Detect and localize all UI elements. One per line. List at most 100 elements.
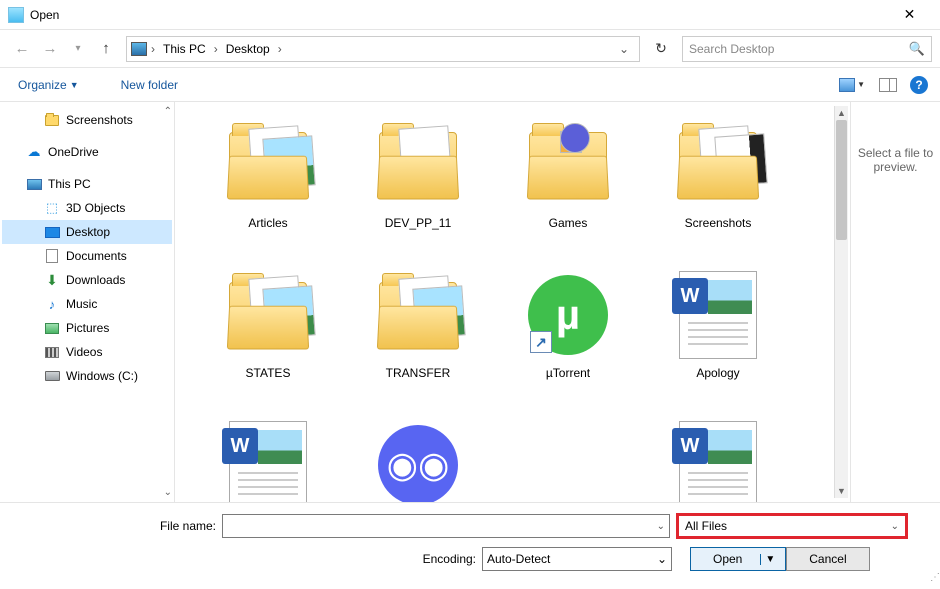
help-button[interactable]: ? bbox=[910, 76, 928, 94]
recent-dropdown[interactable]: ▾ bbox=[64, 35, 92, 63]
cancel-label: Cancel bbox=[809, 552, 846, 566]
folder-item-screenshots[interactable]: Screenshots bbox=[643, 114, 793, 264]
search-icon: 🔍 bbox=[909, 41, 925, 57]
encoding-dropdown[interactable]: Auto-Detect ⌄ bbox=[482, 547, 672, 571]
tree-item-music[interactable]: ♪ Music bbox=[2, 292, 172, 316]
folder-item-devpp11[interactable]: DEV_PP_11 bbox=[343, 114, 493, 264]
filename-input[interactable]: ⌄ bbox=[222, 514, 670, 538]
folder-icon bbox=[379, 282, 457, 348]
scroll-down-icon[interactable]: ▼ bbox=[835, 484, 848, 498]
word-doc-icon: W bbox=[679, 271, 757, 359]
chevron-down-icon: ▼ bbox=[857, 80, 865, 89]
folder-icon bbox=[229, 132, 307, 198]
chevron-down-icon[interactable]: ⌄ bbox=[657, 521, 665, 532]
preview-pane: Select a file to preview. bbox=[850, 102, 940, 502]
cancel-button[interactable]: Cancel bbox=[786, 547, 869, 571]
open-label: Open bbox=[713, 552, 742, 566]
tree-item-3dobjects[interactable]: ⬚ 3D Objects bbox=[2, 196, 172, 220]
file-item-partial-1[interactable]: W bbox=[193, 414, 343, 502]
tree-item-onedrive[interactable]: ☁ OneDrive bbox=[2, 140, 172, 164]
folder-item-articles[interactable]: Articles bbox=[193, 114, 343, 264]
tree-item-videos[interactable]: Videos bbox=[2, 340, 172, 364]
filetype-dropdown[interactable]: All Files ⌄ bbox=[676, 513, 908, 539]
item-label: Apology bbox=[696, 366, 739, 380]
new-folder-button[interactable]: New folder bbox=[115, 74, 184, 96]
scroll-up-icon[interactable]: ▲ bbox=[835, 106, 848, 120]
nav-row: ← → ▾ ↑ › This PC › Desktop › ⌄ ↻ Search… bbox=[0, 30, 940, 68]
tree-label: Windows (C:) bbox=[66, 369, 138, 383]
scroll-down-icon[interactable]: ⌄ bbox=[164, 487, 172, 498]
picture-icon bbox=[839, 78, 855, 92]
tree-item-screenshots[interactable]: Screenshots bbox=[2, 108, 172, 132]
search-input[interactable]: Search Desktop 🔍 bbox=[682, 36, 932, 62]
view-mode-button[interactable]: ▼ bbox=[838, 74, 866, 96]
thispc-icon bbox=[131, 42, 147, 56]
tree-item-thispc[interactable]: This PC bbox=[2, 172, 172, 196]
folder-item-states[interactable]: STATES bbox=[193, 264, 343, 414]
utorrent-icon: µ↗ bbox=[528, 275, 608, 355]
tree-item-downloads[interactable]: ⬇ Downloads bbox=[2, 268, 172, 292]
app-icon bbox=[8, 7, 24, 23]
preview-text: Select a file to preview. bbox=[857, 146, 934, 174]
shortcut-discord[interactable]: ◉◉ bbox=[343, 414, 493, 502]
shortcut-utorrent[interactable]: µ↗ µTorrent bbox=[493, 264, 643, 414]
music-icon: ♪ bbox=[44, 296, 60, 312]
tree-label: Music bbox=[66, 297, 97, 311]
address-bar[interactable]: › This PC › Desktop › ⌄ bbox=[126, 36, 640, 62]
item-label: STATES bbox=[246, 366, 291, 380]
organize-menu[interactable]: Organize ▼ bbox=[12, 74, 85, 96]
item-label: Articles bbox=[248, 216, 287, 230]
chevron-down-icon: ⌄ bbox=[891, 521, 899, 532]
item-label: µTorrent bbox=[546, 366, 590, 380]
tree-item-pictures[interactable]: Pictures bbox=[2, 316, 172, 340]
folder-item-transfer[interactable]: TRANSFER bbox=[343, 264, 493, 414]
tree-label: Screenshots bbox=[66, 113, 133, 127]
help-icon: ? bbox=[915, 78, 922, 92]
chevron-right-icon: › bbox=[276, 42, 284, 56]
scroll-up-icon[interactable]: ⌃ bbox=[164, 106, 172, 117]
address-dropdown[interactable]: ⌄ bbox=[613, 42, 635, 56]
title-bar: Open ✕ bbox=[0, 0, 940, 30]
file-item-partial-4[interactable]: W bbox=[643, 414, 793, 502]
folder-icon bbox=[229, 282, 307, 348]
file-item-partial-3[interactable] bbox=[493, 414, 643, 502]
tree-item-drive-c[interactable]: Windows (C:) bbox=[2, 364, 172, 388]
tree-label: 3D Objects bbox=[66, 201, 125, 215]
tree-label: Downloads bbox=[66, 273, 125, 287]
up-button[interactable]: ↑ bbox=[92, 35, 120, 63]
cube-icon: ⬚ bbox=[44, 200, 60, 216]
scroll-thumb[interactable] bbox=[836, 120, 847, 240]
preview-pane-icon bbox=[879, 78, 897, 92]
body: ⌃ Screenshots ☁ OneDrive This PC ⬚ 3D Ob… bbox=[0, 102, 940, 502]
file-grid[interactable]: Articles DEV_PP_11 Games Screenshots STA… bbox=[175, 102, 850, 502]
open-split-dropdown[interactable]: ▼ bbox=[760, 554, 779, 565]
pictures-icon bbox=[44, 320, 60, 336]
encoding-value: Auto-Detect bbox=[487, 552, 550, 566]
preview-pane-button[interactable] bbox=[874, 74, 902, 96]
item-label: DEV_PP_11 bbox=[385, 216, 452, 230]
breadcrumb-thispc[interactable]: This PC bbox=[157, 37, 212, 61]
resize-grip[interactable]: ⋰ bbox=[930, 572, 938, 583]
scrollbar[interactable]: ▲ ▼ bbox=[834, 106, 848, 498]
back-button[interactable]: ← bbox=[8, 35, 36, 63]
chevron-right-icon: › bbox=[212, 42, 220, 56]
tree-item-documents[interactable]: Documents bbox=[2, 244, 172, 268]
chevron-down-icon: ⌄ bbox=[657, 552, 667, 566]
close-button[interactable]: ✕ bbox=[887, 1, 932, 29]
nav-tree[interactable]: ⌃ Screenshots ☁ OneDrive This PC ⬚ 3D Ob… bbox=[0, 102, 175, 502]
open-button[interactable]: Open ▼ bbox=[690, 547, 786, 571]
tree-label: Documents bbox=[66, 249, 127, 263]
breadcrumb-desktop[interactable]: Desktop bbox=[220, 37, 276, 61]
desktop-icon bbox=[44, 224, 60, 240]
folder-icon bbox=[44, 112, 60, 128]
file-item-apology[interactable]: W Apology bbox=[643, 264, 793, 414]
tree-item-desktop[interactable]: Desktop bbox=[2, 220, 172, 244]
refresh-button[interactable]: ↻ bbox=[646, 36, 676, 62]
organize-label: Organize bbox=[18, 78, 67, 92]
folder-icon bbox=[529, 132, 607, 198]
tree-label: This PC bbox=[48, 177, 91, 191]
filename-label: File name: bbox=[12, 519, 222, 533]
folder-item-games[interactable]: Games bbox=[493, 114, 643, 264]
forward-button[interactable]: → bbox=[36, 35, 64, 63]
folder-icon bbox=[379, 132, 457, 198]
